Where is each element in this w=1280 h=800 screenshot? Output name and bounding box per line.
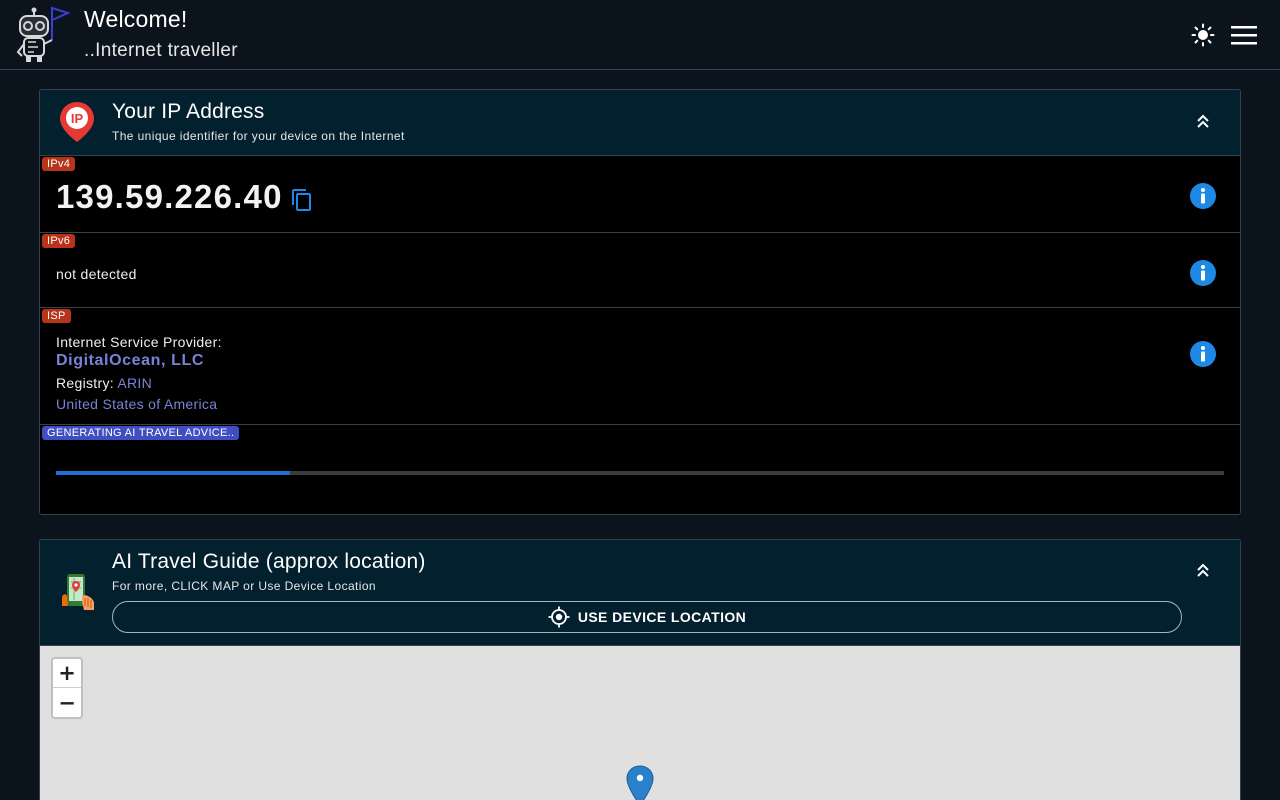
travel-card-title: AI Travel Guide (approx location)	[112, 550, 426, 573]
chevron-double-up-icon	[1197, 563, 1209, 577]
isp-name-link[interactable]: DigitalOcean, LLC	[56, 352, 204, 370]
ipv6-row: IPv6 not detected	[40, 233, 1240, 308]
hamburger-menu-icon	[1231, 26, 1257, 45]
ipv6-tag: IPv6	[42, 234, 76, 248]
travel-card-collapse-button[interactable]	[1190, 557, 1216, 583]
use-device-location-label: USE DEVICE LOCATION	[577, 609, 747, 625]
ipv4-tag: IPv4	[42, 157, 76, 171]
sun-icon	[1191, 23, 1215, 47]
map-marker-icon[interactable]	[626, 765, 656, 800]
isp-tag: ISP	[42, 309, 71, 323]
ai-progress-bar	[56, 471, 1224, 475]
isp-info-icon[interactable]	[1189, 340, 1217, 368]
ipv6-info-icon[interactable]	[1189, 259, 1217, 287]
ip-card-title: Your IP Address	[112, 100, 265, 123]
use-device-location-button[interactable]: USE DEVICE LOCATION	[112, 601, 1182, 633]
phone-map-travel-icon	[58, 572, 98, 612]
ai-advice-row: GENERATING AI TRAVEL ADVICE..	[40, 425, 1240, 514]
robot-with-flag-icon	[12, 4, 71, 64]
menu-button[interactable]	[1228, 20, 1260, 50]
ipv4-info-icon[interactable]	[1189, 182, 1217, 210]
travel-card-subtitle: For more, CLICK MAP or Use Device Locati…	[112, 579, 377, 593]
registry-label: Registry:	[56, 375, 118, 391]
copy-ip-button[interactable]	[290, 188, 314, 212]
ipv4-value: 139.59.226.40	[56, 178, 283, 215]
copy-icon	[292, 189, 311, 211]
isp-registry: Registry: ARIN	[56, 375, 152, 391]
ip-location-pin-icon: IP	[58, 100, 96, 144]
theme-toggle-button[interactable]	[1187, 20, 1219, 50]
isp-row: ISP Internet Service Provider: DigitalOc…	[40, 308, 1240, 425]
isp-label: Internet Service Provider:	[56, 334, 222, 350]
ip-card-subtitle: The unique identifier for your device on…	[112, 129, 405, 143]
ip-address-card: IP Your IP Address The unique identifier…	[39, 89, 1241, 515]
svg-text:IP: IP	[71, 111, 84, 126]
registry-link[interactable]: ARIN	[117, 375, 152, 391]
ip-card-collapse-button[interactable]	[1190, 108, 1216, 134]
ai-advice-tag: GENERATING AI TRAVEL ADVICE..	[42, 426, 240, 440]
travel-guide-card: AI Travel Guide (approx location) For mo…	[39, 539, 1241, 800]
isp-country-link[interactable]: United States of America	[56, 396, 217, 412]
page-title: Welcome!	[84, 6, 188, 32]
app-header: Welcome! ..Internet traveller	[0, 0, 1280, 70]
crosshair-gps-icon	[548, 606, 570, 628]
travel-card-header: AI Travel Guide (approx location) For mo…	[40, 540, 1240, 646]
zoom-in-button[interactable]: +	[53, 659, 81, 688]
ip-card-header: IP Your IP Address The unique identifier…	[40, 90, 1240, 156]
page-subtitle: ..Internet traveller	[84, 40, 238, 61]
zoom-out-button[interactable]: −	[53, 688, 81, 717]
chevron-double-up-icon	[1197, 114, 1209, 128]
map-view[interactable]: + −	[40, 646, 1240, 800]
map-zoom-control: + −	[51, 657, 83, 719]
ipv4-row: IPv4 139.59.226.40	[40, 156, 1240, 233]
ai-progress-fill	[56, 471, 290, 475]
ipv6-value: not detected	[56, 266, 137, 282]
